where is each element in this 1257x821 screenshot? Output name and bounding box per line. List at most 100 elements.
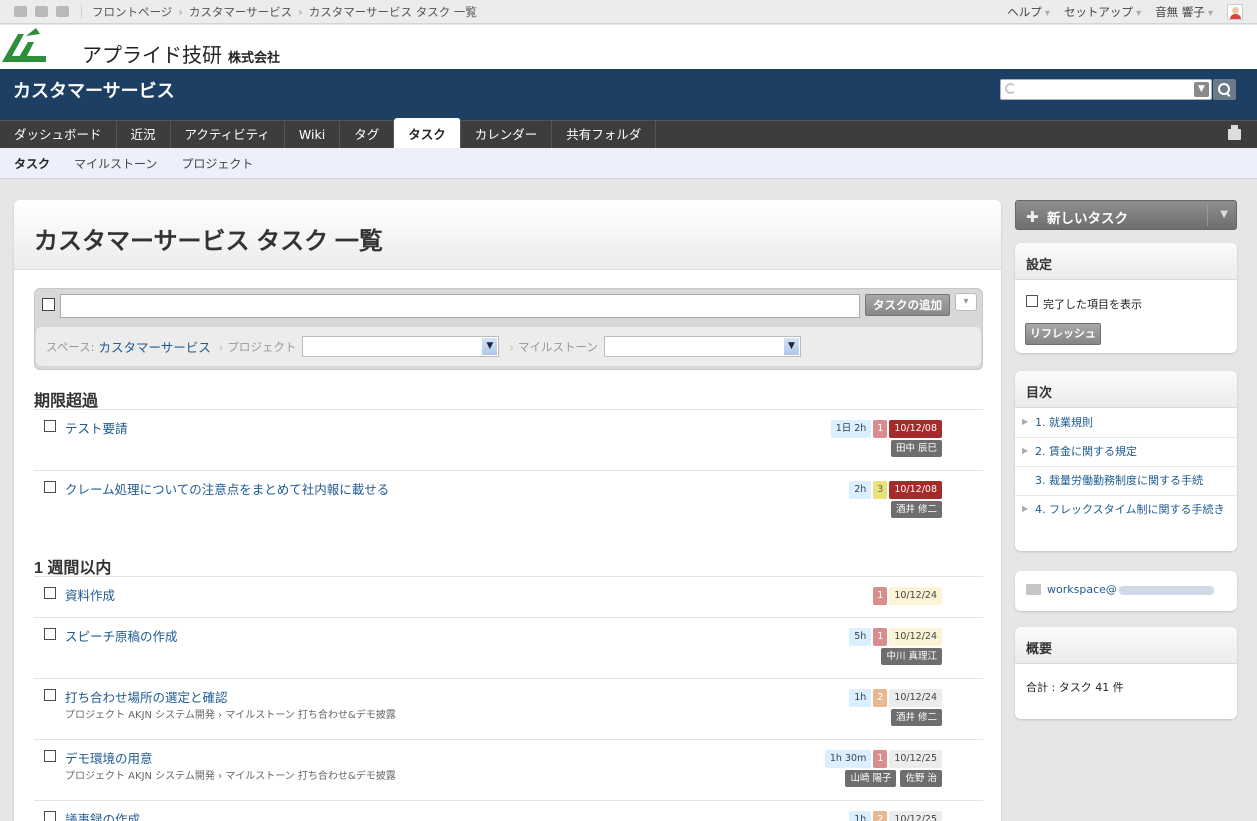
- task-title[interactable]: クレーム処理についての注意点をまとめて社内報に載せる: [65, 479, 389, 498]
- show-completed-label[interactable]: 完了した項目を表示: [1043, 296, 1142, 312]
- search-button[interactable]: [1213, 79, 1236, 100]
- task-title[interactable]: テスト要請: [65, 418, 128, 437]
- space-header: カスタマーサービス ▼: [0, 69, 1257, 120]
- assignee-badge[interactable]: 山崎 陽子: [845, 770, 897, 787]
- task-project-path: プロジェクト AKJN システム開発 › マイルストーン 打ち合わせ&デモ披露: [65, 771, 396, 782]
- due-date-badge: 10/12/25: [889, 811, 942, 821]
- toc-item[interactable]: ▶ 2. 賃金に関する規定: [1015, 438, 1237, 467]
- refresh-button[interactable]: リフレッシュ: [1025, 323, 1101, 345]
- task-checkbox[interactable]: [44, 811, 56, 821]
- toc-item[interactable]: 3. 裁量労働勤務制度に関する手続: [1015, 467, 1237, 496]
- task-checkbox[interactable]: [44, 420, 56, 432]
- search-scope-dropdown-icon[interactable]: ▼: [1194, 82, 1209, 97]
- add-task-button[interactable]: タスクの追加: [865, 294, 950, 316]
- setup-menu[interactable]: セットアップ: [1064, 4, 1141, 20]
- task-title[interactable]: 議事録の作成: [65, 809, 140, 821]
- avatar[interactable]: [1227, 4, 1243, 20]
- new-task-checkbox[interactable]: [42, 298, 55, 311]
- breadcrumb-front-page[interactable]: フロントページ: [92, 4, 172, 20]
- breadcrumb-current: カスタマーサービス タスク 一覧: [308, 4, 477, 19]
- space-link[interactable]: カスタマーサービス: [99, 337, 211, 356]
- triangle-right-icon[interactable]: ▶: [1022, 414, 1028, 430]
- due-date-badge: 10/12/08: [889, 481, 942, 499]
- due-date-badge: 10/12/24: [889, 628, 942, 646]
- milestone-select[interactable]: ▼: [603, 336, 801, 357]
- project-select[interactable]: ▼: [302, 336, 500, 357]
- space-title[interactable]: カスタマーサービス: [13, 77, 175, 103]
- main-nav: ダッシュボード 近況 アクティビティ Wiki タグ タスク カレンダー 共有フ…: [0, 118, 1257, 148]
- subnav-projects[interactable]: プロジェクト: [181, 155, 253, 172]
- priority-badge: 1: [873, 587, 888, 605]
- triangle-right-icon[interactable]: ▶: [1022, 501, 1028, 517]
- tab-calendar[interactable]: カレンダー: [461, 121, 553, 148]
- subnav-tasks[interactable]: タスク: [14, 155, 50, 172]
- task-row: デモ環境の用意 プロジェクト AKJN システム開発 › マイルストーン 打ち合…: [34, 739, 983, 800]
- search-box[interactable]: ▼: [1000, 79, 1212, 100]
- summary-text: 合計 : タスク 41 件: [1026, 681, 1124, 694]
- breadcrumb: フロントページ › カスタマーサービス › カスタマーサービス タスク 一覧: [92, 4, 477, 20]
- chevron-down-icon[interactable]: ▼: [1220, 209, 1228, 220]
- due-date-badge: 10/12/24: [889, 689, 942, 707]
- assignee-badge[interactable]: 中川 真理江: [881, 648, 942, 665]
- tab-shared-folder[interactable]: 共有フォルダ: [552, 121, 657, 148]
- show-completed-checkbox[interactable]: [1026, 295, 1038, 307]
- task-checkbox[interactable]: [44, 628, 56, 640]
- settings-box: 設定 完了した項目を表示 リフレッシュ: [1015, 243, 1237, 353]
- subnav-milestones[interactable]: マイルストーン: [74, 155, 157, 172]
- space-email[interactable]: workspace@: [1047, 583, 1214, 596]
- breadcrumb-space[interactable]: カスタマーサービス: [189, 4, 292, 20]
- tab-news[interactable]: 近況: [117, 121, 171, 148]
- task-checkbox[interactable]: [44, 481, 56, 493]
- task-title[interactable]: スピーチ原稿の作成: [65, 626, 178, 645]
- mail-icon: [1026, 584, 1041, 595]
- task-checkbox[interactable]: [44, 689, 56, 701]
- page-title: カスタマーサービス タスク 一覧: [34, 228, 383, 255]
- toc-item[interactable]: ▶ 4. フレックスタイム制に関する手続き: [1015, 496, 1237, 543]
- tab-tags[interactable]: タグ: [340, 121, 395, 148]
- tab-tasks[interactable]: タスク: [394, 118, 461, 148]
- task-title[interactable]: デモ環境の用意: [65, 748, 153, 767]
- priority-badge: 1: [873, 628, 888, 646]
- task-checkbox[interactable]: [44, 750, 56, 762]
- spaces-icon[interactable]: [35, 6, 48, 17]
- tab-wiki[interactable]: Wiki: [285, 121, 341, 148]
- summary-title: 概要: [1015, 627, 1237, 664]
- due-date-badge: 10/12/24: [889, 587, 942, 605]
- user-menu[interactable]: 音無 響子: [1155, 4, 1213, 20]
- task-row: テスト要請 1日 2h 1 10/12/08 田中 辰巳: [34, 409, 983, 470]
- space-label: スペース:: [46, 339, 95, 354]
- assignee-badge[interactable]: 佐野 治: [900, 770, 942, 787]
- expand-options-icon[interactable]: ▾: [955, 293, 977, 311]
- toc-item[interactable]: ▶ 1. 就業規則: [1015, 409, 1237, 438]
- triangle-right-icon[interactable]: ▶: [1022, 443, 1028, 459]
- section-within-week-title: 1 週間以内: [34, 560, 112, 577]
- assignee-badge[interactable]: 田中 辰巳: [890, 440, 942, 457]
- new-task-button[interactable]: ✚ 新しいタスク ▼: [1015, 200, 1237, 230]
- search-input[interactable]: [1021, 80, 1191, 99]
- task-checkbox[interactable]: [44, 587, 56, 599]
- task-title[interactable]: 資料作成: [65, 585, 115, 604]
- time-estimate-badge: 1h: [849, 811, 872, 821]
- priority-badge: 2: [873, 811, 888, 821]
- tab-activity[interactable]: アクティビティ: [171, 121, 285, 148]
- plus-icon: ✚: [1026, 208, 1039, 226]
- task-title[interactable]: 打ち合わせ場所の選定と確認: [65, 687, 228, 706]
- priority-badge: 2: [873, 689, 888, 707]
- people-icon[interactable]: [56, 6, 69, 17]
- logo-band: アプライド技研 株式会社: [0, 25, 1257, 69]
- tab-dashboard[interactable]: ダッシュボード: [0, 121, 117, 148]
- time-estimate-badge: 1h: [849, 689, 872, 707]
- time-estimate-badge: 2h: [849, 481, 872, 499]
- assignee-badge[interactable]: 酒井 修二: [890, 501, 942, 518]
- task-title-input[interactable]: [60, 294, 860, 318]
- help-menu[interactable]: ヘルプ: [1007, 4, 1050, 20]
- due-date-badge: 10/12/08: [889, 420, 942, 438]
- company-logo-icon[interactable]: [2, 28, 46, 62]
- home-icon[interactable]: [14, 6, 27, 17]
- task-project-path: プロジェクト AKJN システム開発 › マイルストーン 打ち合わせ&デモ披露: [65, 710, 396, 721]
- print-icon[interactable]: [1228, 125, 1241, 140]
- toc-title: 目次: [1015, 371, 1237, 408]
- settings-title: 設定: [1015, 243, 1237, 280]
- assignee-badge[interactable]: 酒井 修二: [890, 709, 942, 726]
- task-row: 資料作成 1 10/12/24: [34, 576, 983, 617]
